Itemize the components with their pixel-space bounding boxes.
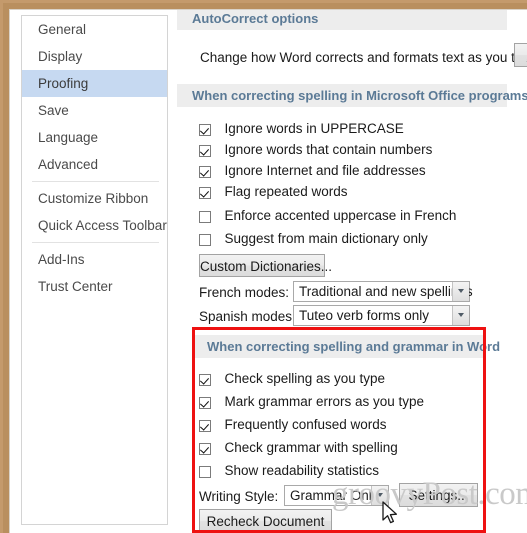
options-dialog-window: General Display Proofing Save Language A… (0, 0, 527, 533)
custom-dictionaries-button[interactable]: Custom Dictionaries... (199, 254, 332, 277)
section-header-office-programs: When correcting spelling in Microsoft Of… (177, 84, 527, 107)
checkbox-flag-repeated-words[interactable] (199, 187, 211, 199)
sidebar-item-general[interactable]: General (22, 16, 167, 43)
custom-dictionaries-button-label: Custom Dictionaries... (200, 259, 333, 274)
french-modes-label: French modes: (199, 285, 290, 300)
checkbox-label: Ignore Internet and file addresses (224, 163, 426, 178)
checkbox-enforce-accented-uppercase[interactable] (199, 211, 211, 223)
sidebar-item-customize-ribbon[interactable]: Customize Ribbon (22, 185, 167, 212)
sidebar-item-quick-access-toolbar[interactable]: Quick Access Toolbar (22, 212, 167, 239)
sidebar-item-save[interactable]: Save (22, 97, 167, 124)
sidebar-item-label: General (38, 22, 87, 37)
sidebar-item-add-ins[interactable]: Add-Ins (22, 246, 167, 273)
sidebar-item-label: Language (38, 130, 99, 145)
checkbox-mark-grammar-errors[interactable] (199, 397, 211, 409)
sidebar-item-label: Quick Access Toolbar (38, 218, 167, 233)
sidebar-item-label: Add-Ins (38, 252, 85, 267)
checkbox-row-frequently-confused-words[interactable]: Frequently confused words (199, 417, 387, 438)
checkbox-suggest-main-dictionary[interactable] (199, 234, 211, 246)
french-modes-value: Traditional and new spellings (299, 284, 473, 299)
checkbox-label: Ignore words that contain numbers (224, 142, 433, 157)
writing-style-label: Writing Style: (199, 489, 279, 504)
sidebar-item-language[interactable]: Language (22, 124, 167, 151)
sidebar-item-label: Customize Ribbon (38, 191, 149, 206)
mouse-cursor-icon (382, 501, 398, 524)
recheck-document-button[interactable]: Recheck Document (199, 509, 332, 533)
checkbox-label: Enforce accented uppercase in French (224, 208, 457, 223)
section-header-autocorrect-options: AutoCorrect options (177, 10, 507, 30)
checkbox-label: Check spelling as you type (224, 371, 386, 386)
checkbox-label: Flag repeated words (224, 184, 348, 199)
checkbox-ignore-numbers[interactable] (199, 145, 211, 157)
sidebar-item-proofing[interactable]: Proofing (22, 70, 167, 97)
recheck-document-button-label: Recheck Document (206, 514, 325, 529)
checkbox-row-ignore-uppercase[interactable]: Ignore words in UPPERCASE (199, 121, 404, 142)
checkbox-label: Suggest from main dictionary only (224, 231, 428, 246)
checkbox-label: Frequently confused words (224, 417, 387, 432)
checkbox-row-check-spelling-as-you-type[interactable]: Check spelling as you type (199, 371, 385, 392)
checkbox-check-grammar-with-spelling[interactable] (199, 443, 211, 455)
checkbox-row-mark-grammar-errors[interactable]: Mark grammar errors as you type (199, 394, 424, 415)
sidebar-item-label: Proofing (38, 76, 89, 91)
checkbox-row-ignore-internet-addresses[interactable]: Ignore Internet and file addresses (199, 163, 426, 184)
spanish-modes-dropdown[interactable]: Tuteo verb forms only (293, 305, 470, 326)
checkbox-row-suggest-main-dictionary[interactable]: Suggest from main dictionary only (199, 231, 428, 252)
chevron-down-icon[interactable] (452, 282, 469, 301)
category-nav-pane[interactable]: General Display Proofing Save Language A… (21, 15, 168, 525)
autocorrect-options-button[interactable]: Aut (514, 43, 527, 67)
sidebar-item-label: Save (38, 103, 69, 118)
checkbox-show-readability-statistics[interactable] (199, 466, 211, 478)
sidebar-separator (32, 181, 159, 182)
checkbox-row-check-grammar-with-spelling[interactable]: Check grammar with spelling (199, 440, 398, 461)
chevron-down-icon[interactable] (452, 306, 469, 325)
checkbox-label: Check grammar with spelling (224, 440, 398, 455)
proofing-options-pane: AutoCorrect options Change how Word corr… (177, 10, 527, 533)
checkbox-row-flag-repeated-words[interactable]: Flag repeated words (199, 184, 348, 205)
spanish-modes-value: Tuteo verb forms only (299, 308, 430, 323)
section-header-word-spelling-grammar: When correcting spelling and grammar in … (192, 335, 500, 358)
checkbox-check-spelling-as-you-type[interactable] (199, 374, 211, 386)
checkbox-frequently-confused-words[interactable] (199, 420, 211, 432)
spanish-modes-label: Spanish modes: (199, 309, 296, 324)
dialog-body: General Display Proofing Save Language A… (9, 9, 527, 533)
sidebar-separator (32, 242, 159, 243)
french-modes-dropdown[interactable]: Traditional and new spellings (293, 281, 473, 302)
sidebar-item-trust-center[interactable]: Trust Center (22, 273, 167, 300)
checkbox-ignore-internet-addresses[interactable] (199, 166, 211, 178)
sidebar-item-advanced[interactable]: Advanced (22, 151, 167, 178)
checkbox-row-ignore-numbers[interactable]: Ignore words that contain numbers (199, 142, 432, 163)
sidebar-item-display[interactable]: Display (22, 43, 167, 70)
watermark-text: groovyPost.com (332, 476, 527, 512)
sidebar-item-label: Advanced (38, 157, 99, 172)
sidebar-item-label: Display (38, 49, 83, 64)
checkbox-label: Ignore words in UPPERCASE (224, 121, 404, 136)
checkbox-label: Mark grammar errors as you type (224, 394, 425, 409)
autocorrect-description: Change how Word corrects and formats tex… (200, 50, 527, 65)
sidebar-item-label: Trust Center (38, 279, 113, 294)
checkbox-ignore-uppercase[interactable] (199, 124, 211, 136)
checkbox-row-enforce-accented-uppercase[interactable]: Enforce accented uppercase in French (199, 208, 456, 229)
